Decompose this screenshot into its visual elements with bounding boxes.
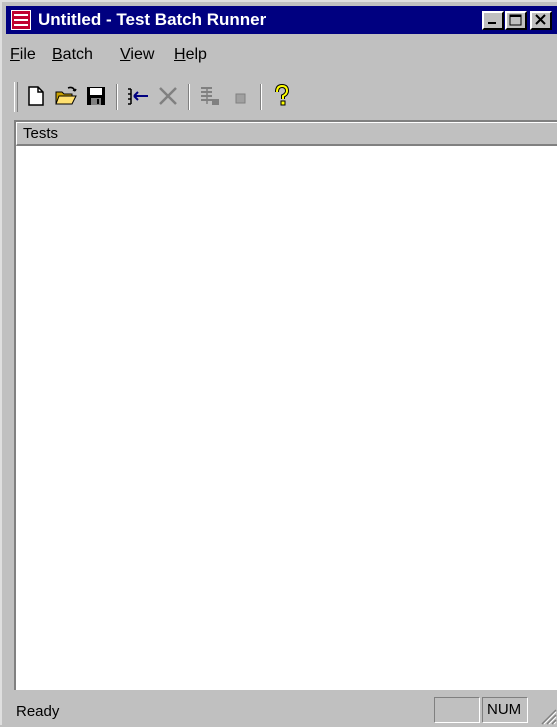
menu-file-rest: ile: [19, 46, 36, 63]
add-test-icon: [128, 88, 148, 105]
stop-button[interactable]: [226, 82, 254, 110]
minimize-icon: [488, 22, 496, 24]
window-title: Untitled - Test Batch Runner: [38, 10, 267, 29]
help-button[interactable]: [268, 82, 296, 110]
help-question-icon: [275, 84, 290, 106]
status-pane-caps: [434, 697, 480, 723]
open-folder-icon: [55, 86, 77, 105]
remove-test-button[interactable]: [154, 82, 182, 110]
close-button[interactable]: [530, 11, 552, 30]
new-document-icon: [28, 86, 44, 106]
run-batch-icon: [201, 87, 219, 105]
menu-help[interactable]: Help: [174, 46, 207, 64]
new-button[interactable]: [22, 82, 50, 110]
menu-view-mnemonic: V: [120, 46, 131, 63]
maximize-button[interactable]: [505, 11, 527, 30]
open-button[interactable]: [52, 82, 80, 110]
column-header-label: Tests: [23, 125, 59, 142]
column-header-tests[interactable]: Tests: [16, 122, 557, 146]
toolbar: [6, 80, 557, 116]
add-test-button[interactable]: [124, 82, 152, 110]
menu-help-rest: elp: [185, 46, 207, 63]
maximize-icon: [509, 14, 522, 26]
close-icon: [535, 14, 546, 25]
menu-batch-rest: atch: [62, 46, 93, 63]
app-window: Untitled - Test Batch Runner File Batch: [0, 0, 557, 725]
menu-view-rest: iew: [130, 46, 155, 63]
status-text: Ready: [16, 703, 60, 720]
toolbar-separator: [260, 84, 262, 110]
toolbar-separator: [116, 84, 118, 110]
remove-x-icon: [159, 87, 177, 105]
status-pane-num-label: NUM: [487, 701, 522, 718]
menu-file[interactable]: File: [10, 46, 36, 64]
menu-batch[interactable]: Batch: [52, 46, 93, 64]
save-disk-icon: [87, 87, 105, 105]
app-icon[interactable]: [10, 9, 32, 31]
toolbar-separator: [188, 84, 190, 110]
minimize-button[interactable]: [482, 11, 504, 30]
resize-grip-icon[interactable]: [537, 705, 557, 725]
status-bar: Ready NUM: [6, 695, 557, 727]
title-bar[interactable]: Untitled - Test Batch Runner: [6, 6, 557, 34]
run-batch-button[interactable]: [196, 82, 224, 110]
save-button[interactable]: [82, 82, 110, 110]
menu-view[interactable]: View: [120, 46, 154, 64]
tests-list[interactable]: Tests: [14, 120, 557, 690]
status-pane-num: NUM: [482, 697, 528, 723]
menu-batch-mnemonic: B: [52, 46, 63, 63]
menu-file-mnemonic: F: [10, 46, 20, 63]
toolbar-grip[interactable]: [14, 82, 18, 112]
menu-help-mnemonic: H: [174, 46, 186, 63]
stop-icon: [235, 93, 246, 104]
